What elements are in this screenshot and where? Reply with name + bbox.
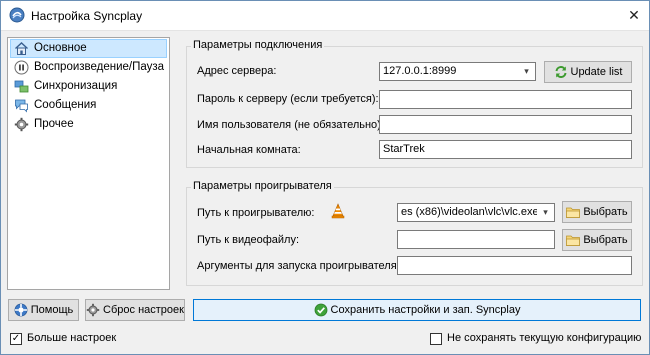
no-save-config-label[interactable]: Не сохранять текущую конфигурацию [447, 332, 641, 344]
syncplay-icon [9, 7, 25, 23]
help-button[interactable]: Помощь [8, 299, 79, 321]
settings-window: Настройка Syncplay ✕ Основное Воспроизве… [0, 0, 650, 355]
browse-player-button[interactable]: Выбрать [562, 201, 632, 223]
video-path-field[interactable] [397, 230, 555, 249]
sidebar-item-misc[interactable]: Прочее [8, 115, 169, 134]
more-settings-checkbox[interactable]: ✓ [10, 333, 22, 345]
browse-video-button[interactable]: Выбрать [562, 229, 632, 251]
folder-icon [566, 207, 581, 218]
server-value: 127.0.0.1:8999 [383, 65, 457, 77]
sync-icon [14, 80, 29, 93]
title-bar: Настройка Syncplay ✕ [1, 1, 649, 31]
save-and-run-label: Сохранить настройки и зап. Syncplay [330, 304, 521, 317]
no-save-config-checkbox[interactable] [430, 333, 442, 345]
player-path-value: es (x86)\videolan\vlc\vlc.exe [401, 206, 539, 218]
browse-video-label: Выбрать [583, 234, 628, 247]
player-args-label: Аргументы для запуска проигрывателя: [197, 260, 400, 272]
window-title: Настройка Syncplay [31, 9, 143, 23]
sidebar-item-playback[interactable]: Воспроизведение/Пауза [8, 58, 169, 77]
player-path-combo[interactable]: es (x86)\videolan\vlc\vlc.exe ▾ [397, 203, 555, 222]
pause-icon [14, 60, 29, 75]
sidebar-item-messages[interactable]: Сообщения [8, 96, 169, 115]
server-combo[interactable]: 127.0.0.1:8999 ▾ [379, 62, 536, 81]
checkmark-icon [314, 303, 327, 317]
sidebar: Основное Воспроизведение/Пауза Синхрониз… [7, 37, 170, 290]
password-label: Пароль к серверу (если требуется): [197, 93, 379, 105]
password-field[interactable] [379, 90, 632, 109]
room-field[interactable]: StarTrek [379, 140, 632, 159]
sidebar-item-basics[interactable]: Основное [10, 39, 167, 58]
gear-icon [14, 117, 29, 132]
save-and-run-button[interactable]: Сохранить настройки и зап. Syncplay [193, 299, 641, 321]
sidebar-item-label: Сообщения [34, 99, 97, 111]
folder-icon [566, 235, 581, 246]
close-button[interactable]: ✕ [619, 1, 649, 30]
sidebar-item-label: Воспроизведение/Пауза [34, 61, 165, 73]
help-icon [14, 303, 28, 317]
sidebar-item-label: Основное [34, 42, 87, 54]
refresh-icon [555, 66, 566, 79]
player-path-label: Путь к проигрывателю: [197, 207, 315, 219]
more-settings-label[interactable]: Больше настроек [27, 332, 116, 344]
player-group-title: Параметры проигрывателя [191, 180, 334, 192]
vlc-cone-icon [331, 203, 345, 219]
chevron-down-icon[interactable]: ▾ [537, 204, 554, 221]
reset-icon [86, 303, 100, 317]
player-args-field[interactable] [397, 256, 632, 275]
chat-icon [15, 99, 28, 113]
help-label: Помощь [30, 304, 74, 317]
sidebar-item-sync[interactable]: Синхронизация [8, 77, 169, 96]
sidebar-item-label: Синхронизация [34, 80, 118, 92]
update-list-button[interactable]: Update list [544, 61, 632, 83]
username-label: Имя пользователя (не обязательно): [197, 119, 384, 131]
reset-settings-button[interactable]: Сброс настроек [85, 299, 185, 321]
video-path-label: Путь к видеофайлу: [197, 234, 300, 246]
house-icon [15, 42, 28, 55]
room-label: Начальная комната: [197, 144, 301, 156]
connection-group-title: Параметры подключения [191, 39, 325, 51]
sidebar-item-label: Прочее [34, 118, 74, 130]
server-label: Адрес сервера: [197, 65, 277, 77]
reset-label: Сброс настроек [103, 304, 184, 317]
browse-player-label: Выбрать [583, 206, 628, 219]
room-value: StarTrek [383, 143, 425, 155]
chevron-down-icon[interactable]: ▾ [518, 63, 535, 80]
username-field[interactable] [379, 115, 632, 134]
update-list-label: Update list [570, 66, 623, 79]
